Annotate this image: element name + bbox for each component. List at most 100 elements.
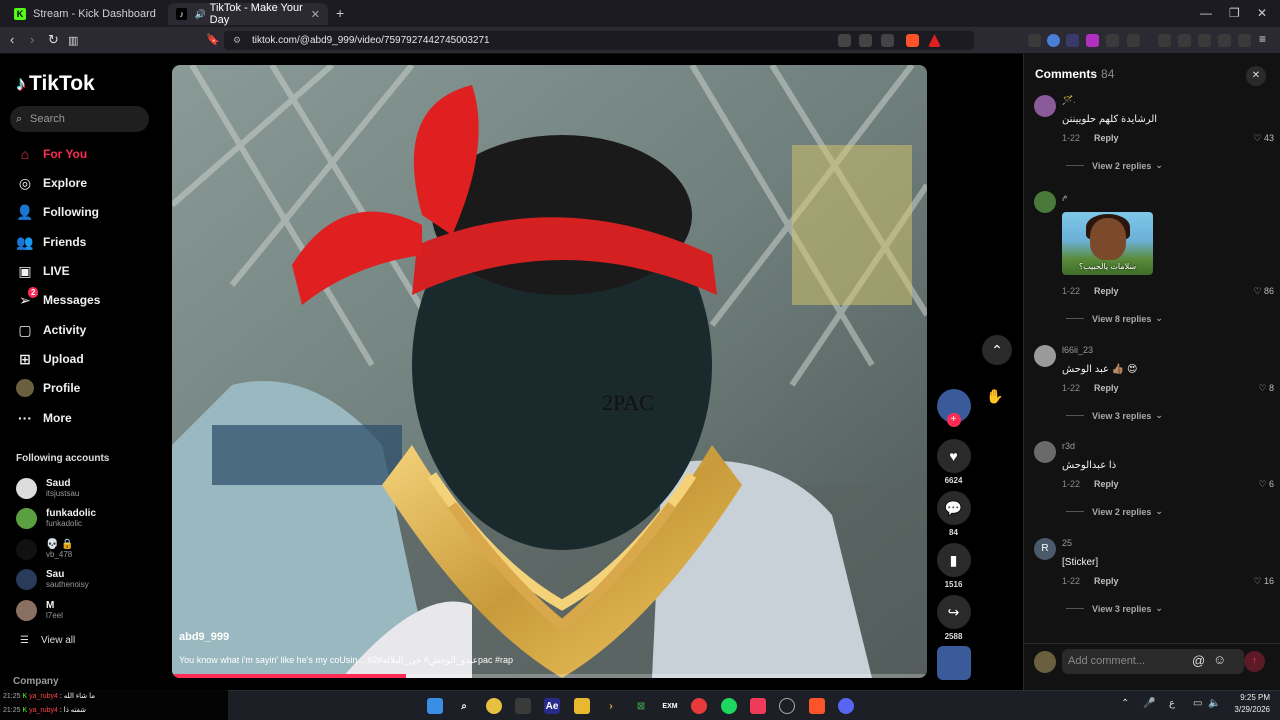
video-author[interactable]: abd9_999 bbox=[179, 631, 229, 643]
volume-icon[interactable]: 🔈 bbox=[1208, 698, 1220, 709]
music-disc[interactable] bbox=[936, 646, 971, 680]
tab-kick-dashboard[interactable]: K Stream - Kick Dashboard bbox=[6, 3, 166, 25]
sidebar-item-activity[interactable]: ▢ Activity bbox=[16, 319, 86, 341]
app-icon[interactable]: EXM bbox=[662, 698, 678, 714]
like-button[interactable]: ♥ 6624 bbox=[936, 439, 971, 485]
comment-button[interactable]: 💬 84 bbox=[936, 491, 971, 537]
previous-video-button[interactable]: ⌃ bbox=[982, 335, 1012, 365]
search-input[interactable]: ⌕ Search bbox=[10, 106, 149, 132]
extension-icon[interactable] bbox=[1028, 34, 1041, 47]
close-comments-button[interactable]: ✕ bbox=[1246, 66, 1266, 86]
bookmark-icon[interactable]: 🔖 bbox=[206, 33, 220, 46]
view-replies-button[interactable]: View 8 replies ⌄ bbox=[1066, 313, 1163, 324]
comment-author[interactable]: 🪄. bbox=[1062, 95, 1076, 106]
media-player-icon[interactable] bbox=[691, 698, 707, 714]
sidebar-item-friends[interactable]: 👥 Friends bbox=[16, 231, 86, 253]
sidebar-item-live[interactable]: ▣ LIVE bbox=[16, 260, 69, 282]
screen-icon[interactable] bbox=[859, 34, 872, 47]
avatar[interactable] bbox=[1034, 191, 1056, 213]
site-info-icon[interactable]: ⚙ bbox=[233, 31, 241, 50]
comment-author[interactable]: l66ii_23 bbox=[1062, 345, 1093, 355]
avatar[interactable] bbox=[1034, 345, 1056, 367]
app-icon[interactable] bbox=[779, 698, 795, 714]
video-player[interactable]: 2PAC abd9_999 You know what i'm sayin' l… bbox=[172, 65, 927, 678]
app-icon[interactable] bbox=[486, 698, 502, 714]
puzzle-icon[interactable] bbox=[1127, 34, 1140, 47]
search-icon[interactable]: ⌕ bbox=[456, 698, 472, 714]
view-replies-button[interactable]: View 2 replies ⌄ bbox=[1066, 506, 1163, 517]
view-replies-button[interactable]: View 2 replies ⌄ bbox=[1066, 160, 1163, 171]
chevron-up-icon[interactable]: ⌃ bbox=[1121, 698, 1129, 709]
share-button[interactable]: ↪ 2588 bbox=[936, 595, 971, 641]
maximize-icon[interactable]: ❐ bbox=[1229, 6, 1240, 20]
comment-sticker-image[interactable]: سلامات يالحبيب؟ bbox=[1062, 212, 1153, 275]
back-icon[interactable]: ‹ bbox=[10, 32, 14, 47]
reply-button[interactable]: Reply bbox=[1094, 576, 1119, 586]
no-audio-icon[interactable] bbox=[838, 34, 851, 47]
extension-icon[interactable] bbox=[1047, 34, 1060, 47]
tab-tiktok[interactable]: ♪ 🔊 TikTok - Make Your Day ✕ bbox=[168, 2, 328, 26]
mention-icon[interactable]: @ bbox=[1192, 653, 1205, 668]
after-effects-icon[interactable]: Ae bbox=[544, 698, 560, 714]
tiktok-logo[interactable]: ♪ TikTok bbox=[16, 72, 95, 96]
taskbar-clock[interactable]: 9:25 PM 3/29/2026 bbox=[1222, 692, 1270, 716]
followed-account[interactable]: 💀 🔒 vb_478 bbox=[16, 536, 74, 562]
sidebar-item-explore[interactable]: ◎ Explore bbox=[16, 172, 87, 194]
discord-icon[interactable] bbox=[838, 698, 854, 714]
comment-author[interactable]: 25 bbox=[1062, 538, 1072, 548]
reply-button[interactable]: Reply bbox=[1094, 479, 1119, 489]
comment-like-button[interactable]: ♡ 86 bbox=[1253, 286, 1274, 297]
input-language[interactable]: ع bbox=[1169, 698, 1175, 709]
followed-account[interactable]: funkadolic funkadolic bbox=[16, 505, 96, 531]
followed-account[interactable]: Sau sauthenoisy bbox=[16, 566, 89, 592]
view-replies-button[interactable]: View 3 replies ⌄ bbox=[1066, 410, 1163, 421]
app-icon[interactable] bbox=[515, 698, 531, 714]
sidebar-item-messages[interactable]: ➢ 2 Messages bbox=[16, 287, 100, 311]
extension-icon[interactable] bbox=[1106, 34, 1119, 47]
extension-icon[interactable] bbox=[1066, 34, 1079, 47]
download-icon[interactable] bbox=[1158, 34, 1171, 47]
avatar[interactable] bbox=[1034, 95, 1056, 117]
follow-plus-icon[interactable]: + bbox=[946, 413, 961, 427]
close-window-icon[interactable]: ✕ bbox=[1257, 6, 1267, 20]
video-progress-bar[interactable] bbox=[172, 674, 927, 678]
new-tab-button[interactable]: + bbox=[336, 5, 344, 21]
emoji-icon[interactable]: ☺ bbox=[1213, 652, 1226, 667]
view-all-link[interactable]: ☰ View all bbox=[20, 635, 75, 646]
comment-like-button[interactable]: ♡ 6 bbox=[1258, 479, 1274, 490]
share-icon[interactable] bbox=[881, 34, 894, 47]
minimize-icon[interactable]: — bbox=[1200, 6, 1212, 20]
network-icon[interactable]: ▭ bbox=[1193, 698, 1202, 709]
windows-start-icon[interactable] bbox=[427, 698, 443, 714]
comment-like-button[interactable]: ♡ 43 bbox=[1253, 133, 1274, 144]
forward-icon[interactable]: › bbox=[30, 32, 34, 47]
comment-like-button[interactable]: ♡ 16 bbox=[1253, 576, 1274, 587]
reply-button[interactable]: Reply bbox=[1094, 383, 1119, 393]
close-tab-icon[interactable]: ✕ bbox=[311, 8, 320, 21]
comment-author[interactable]: r3d bbox=[1062, 441, 1075, 451]
file-explorer-icon[interactable] bbox=[574, 698, 590, 714]
avatar[interactable] bbox=[1034, 441, 1056, 463]
extension-icon[interactable] bbox=[1086, 34, 1099, 47]
terminal-icon[interactable]: › bbox=[603, 698, 619, 714]
sidebar-item-more[interactable]: ··· More bbox=[16, 407, 72, 429]
app-icon[interactable]: ⊠ bbox=[633, 698, 649, 714]
brave-shields-icon[interactable] bbox=[906, 34, 919, 47]
reply-button[interactable]: Reply bbox=[1094, 286, 1119, 296]
sidebar-icon[interactable] bbox=[1198, 34, 1211, 47]
sidebar-toggle-icon[interactable]: ▥ bbox=[68, 34, 78, 47]
followed-account[interactable]: Saud itsjustsau bbox=[16, 475, 79, 501]
speaker-icon[interactable]: 🔊 bbox=[194, 9, 205, 20]
send-comment-button[interactable]: ↑ bbox=[1244, 651, 1265, 672]
microphone-icon[interactable]: 🎤 bbox=[1143, 698, 1155, 709]
avatar[interactable]: R bbox=[1034, 538, 1056, 560]
comment-like-button[interactable]: ♡ 8 bbox=[1258, 383, 1274, 394]
sidebar-item-for-you[interactable]: ⌂ For You bbox=[16, 143, 87, 165]
view-replies-button[interactable]: View 3 replies ⌄ bbox=[1066, 603, 1163, 614]
music-icon[interactable] bbox=[1178, 34, 1191, 47]
author-avatar[interactable]: + bbox=[936, 389, 971, 427]
save-button[interactable]: ▮ 1516 bbox=[936, 543, 971, 589]
sidebar-item-profile[interactable]: Profile bbox=[16, 377, 80, 399]
brave-icon[interactable] bbox=[809, 698, 825, 714]
sidebar-item-following[interactable]: 👤 Following bbox=[16, 201, 99, 223]
